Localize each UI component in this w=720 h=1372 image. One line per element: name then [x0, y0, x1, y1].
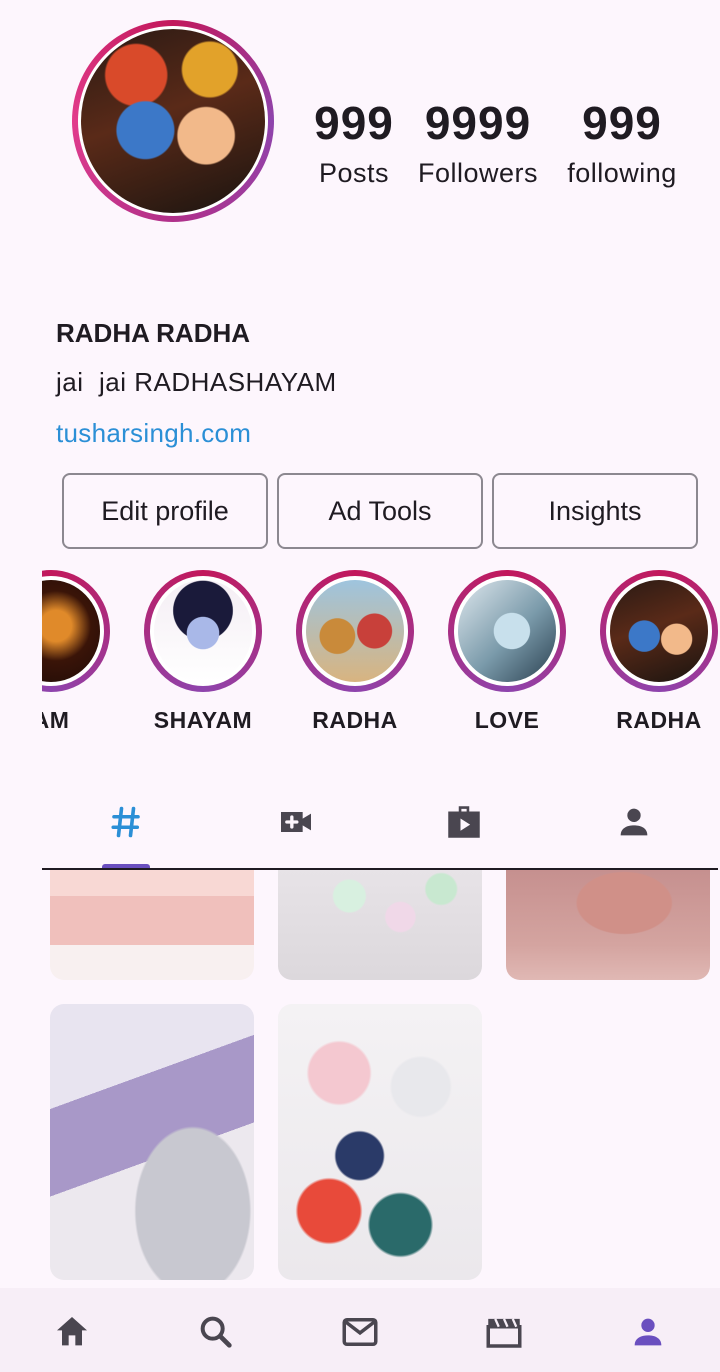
nav-search[interactable] [194, 1310, 238, 1354]
mail-icon [342, 1318, 378, 1346]
profile-bio: jai jai RADHASHAYAM [56, 367, 337, 397]
highlight-item[interactable]: RADHA [296, 570, 414, 733]
highlight-item[interactable]: RADHA [600, 570, 718, 733]
highlight-image [42, 580, 100, 682]
profile-avatar[interactable] [72, 20, 274, 222]
post-thumbnail[interactable] [278, 1004, 482, 1280]
bottom-navigation [0, 1288, 720, 1372]
post-thumbnail[interactable] [506, 870, 710, 980]
profile-name: RADHA RADHA [56, 318, 251, 348]
video-camera-add-icon [281, 812, 311, 832]
nav-home[interactable] [50, 1310, 94, 1354]
highlight-image [154, 580, 252, 682]
nav-profile[interactable] [626, 1310, 670, 1354]
following-stat[interactable]: 999 following [560, 96, 684, 189]
post-thumbnail[interactable] [50, 1004, 254, 1280]
tab-reels[interactable] [274, 800, 318, 844]
profile-website-link[interactable]: tusharsingh.com [56, 418, 251, 449]
highlight-label: RADHA [616, 707, 702, 733]
followers-stat[interactable]: 9999 Followers [412, 96, 544, 189]
posts-count: 999 [314, 97, 394, 149]
avatar-image [81, 29, 265, 213]
posts-label: Posts [318, 158, 390, 188]
nav-reels[interactable] [482, 1310, 526, 1354]
followers-count: 9999 [424, 97, 532, 149]
home-icon [57, 1317, 87, 1346]
highlight-image [458, 580, 556, 682]
highlight-image [610, 580, 708, 682]
highlight-item[interactable]: SHAYAM [144, 570, 262, 733]
tab-clips[interactable] [442, 800, 486, 844]
post-thumbnail[interactable] [278, 870, 482, 980]
edit-profile-button[interactable]: Edit profile [62, 473, 268, 549]
search-icon [200, 1316, 232, 1348]
highlight-label: SHAYAM [153, 707, 253, 733]
highlight-label: RADHA [312, 707, 398, 733]
highlight-label: AM [42, 707, 70, 733]
highlight-label: LOVE [474, 707, 540, 733]
play-portfolio-icon [448, 806, 480, 838]
highlights-strip[interactable]: AM SHAYAM RADHA LOVE RADHA [42, 560, 720, 740]
profile-icon [634, 1318, 662, 1346]
following-label: following [567, 158, 677, 188]
person-icon [620, 808, 648, 836]
clapperboard-icon [486, 1318, 522, 1348]
followers-label: Followers [417, 158, 539, 188]
tab-tagged[interactable] [612, 800, 656, 844]
insights-button[interactable]: Insights [492, 473, 698, 549]
posts-stat[interactable]: 999 Posts [308, 96, 400, 189]
highlight-image [306, 580, 404, 682]
hashtag-icon [111, 806, 140, 838]
ad-tools-button[interactable]: Ad Tools [277, 473, 483, 549]
following-count: 999 [582, 97, 662, 149]
nav-messages[interactable] [338, 1310, 382, 1354]
tab-posts[interactable] [104, 800, 148, 844]
highlight-item[interactable]: AM [42, 570, 110, 733]
post-thumbnail[interactable] [50, 870, 254, 980]
highlight-item[interactable]: LOVE [448, 570, 566, 733]
posts-grid [42, 870, 718, 1290]
